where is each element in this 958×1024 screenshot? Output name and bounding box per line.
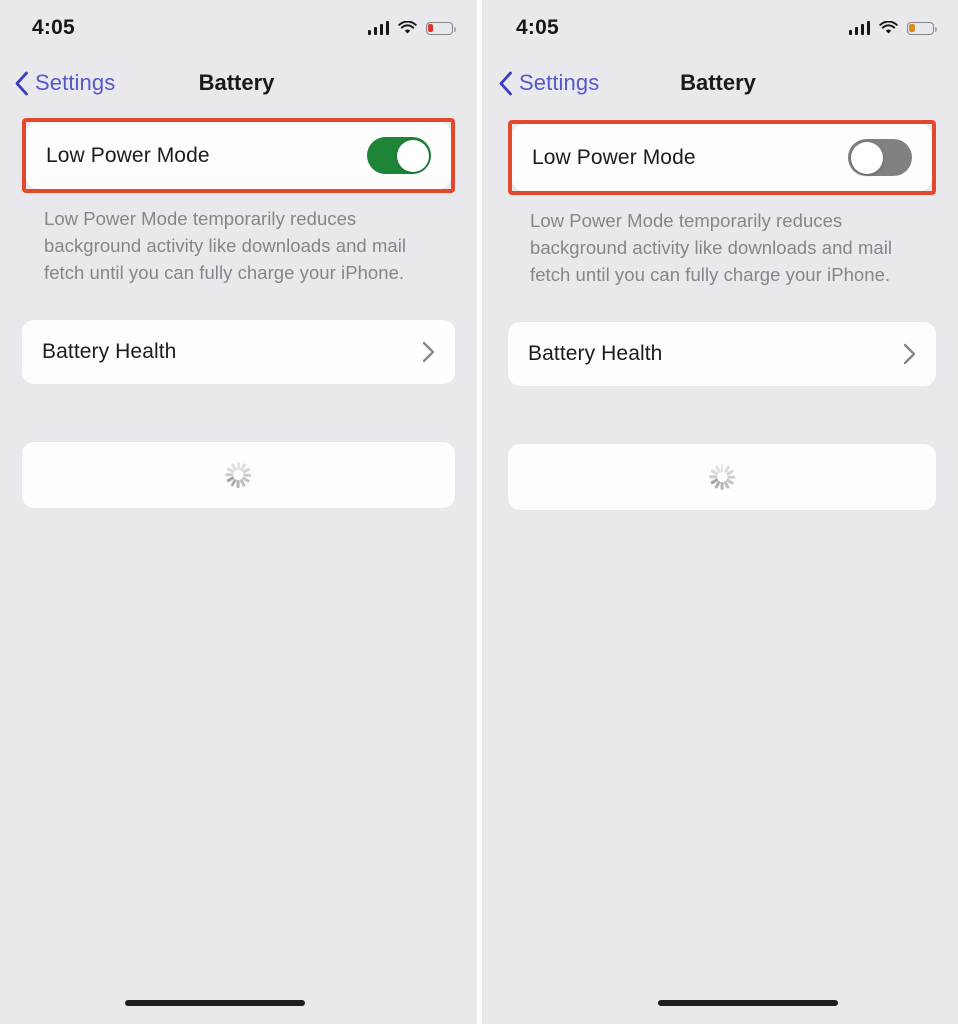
home-indicator-bar xyxy=(124,1000,305,1006)
phone-screen-before: 4:05 Settings Battery Low Power Mode Low… xyxy=(0,0,477,1024)
low-power-mode-toggle[interactable] xyxy=(367,137,431,174)
wifi-icon xyxy=(398,21,417,35)
toggle-knob xyxy=(850,141,883,174)
chevron-left-icon xyxy=(498,71,513,96)
wifi-icon xyxy=(879,21,898,35)
status-bar-icons xyxy=(848,21,937,35)
activity-spinner-icon xyxy=(709,464,735,490)
chevron-right-icon xyxy=(903,343,916,365)
cellular-signal-icon xyxy=(367,21,389,35)
status-bar: 4:05 xyxy=(482,0,958,56)
low-power-mode-label: Low Power Mode xyxy=(532,145,696,169)
settings-content: Low Power Mode Low Power Mode temporaril… xyxy=(482,120,958,510)
low-power-mode-toggle[interactable] xyxy=(848,139,912,176)
status-bar-time: 4:05 xyxy=(516,16,559,39)
home-indicator-bar xyxy=(658,1000,838,1006)
toggle-knob xyxy=(396,139,429,172)
battery-health-label: Battery Health xyxy=(42,340,177,363)
battery-health-card: Battery Health xyxy=(22,320,455,384)
dual-screenshot-comparison: 4:05 Settings Battery Low Power Mode Low… xyxy=(0,0,958,1024)
battery-health-row[interactable]: Battery Health xyxy=(22,320,455,384)
low-power-mode-row[interactable]: Low Power Mode xyxy=(512,124,932,191)
battery-low-power-icon xyxy=(907,21,937,35)
home-indicator[interactable] xyxy=(0,1000,453,1006)
chevron-right-icon xyxy=(422,341,435,363)
back-button-label: Settings xyxy=(35,70,116,95)
cellular-signal-icon xyxy=(848,21,870,35)
low-power-mode-label: Low Power Mode xyxy=(46,143,210,167)
chevron-left-icon xyxy=(14,71,29,96)
back-to-settings-button[interactable]: Settings xyxy=(14,70,115,96)
activity-spinner-icon xyxy=(225,462,252,488)
battery-health-row[interactable]: Battery Health xyxy=(508,322,936,386)
navigation-bar: Settings Battery xyxy=(0,56,477,110)
status-bar: 4:05 xyxy=(0,0,477,56)
low-power-mode-description: Low Power Mode temporarily reduces backg… xyxy=(530,210,893,285)
low-power-mode-description: Low Power Mode temporarily reduces backg… xyxy=(44,208,407,283)
home-indicator[interactable] xyxy=(510,1000,958,1006)
battery-usage-loading-card xyxy=(508,444,936,510)
battery-health-label: Battery Health xyxy=(528,342,663,365)
low-power-mode-highlight-annotation: Low Power Mode xyxy=(508,120,936,195)
battery-low-icon xyxy=(426,21,456,35)
battery-health-card: Battery Health xyxy=(508,322,936,386)
low-power-mode-highlight-annotation: Low Power Mode xyxy=(22,118,455,193)
status-bar-icons xyxy=(367,21,456,35)
settings-content: Low Power Mode Low Power Mode temporaril… xyxy=(0,118,477,508)
low-power-mode-card: Low Power Mode xyxy=(26,122,451,189)
battery-usage-loading-card xyxy=(22,442,455,508)
status-bar-time: 4:05 xyxy=(32,16,75,39)
navigation-bar: Settings Battery xyxy=(482,56,958,110)
low-power-mode-card: Low Power Mode xyxy=(512,124,932,191)
back-button-label: Settings xyxy=(519,70,600,95)
back-to-settings-button[interactable]: Settings xyxy=(498,70,599,96)
phone-screen-after: 4:05 Settings Battery Low Power Mode Low… xyxy=(482,0,958,1024)
low-power-mode-row[interactable]: Low Power Mode xyxy=(26,122,451,189)
